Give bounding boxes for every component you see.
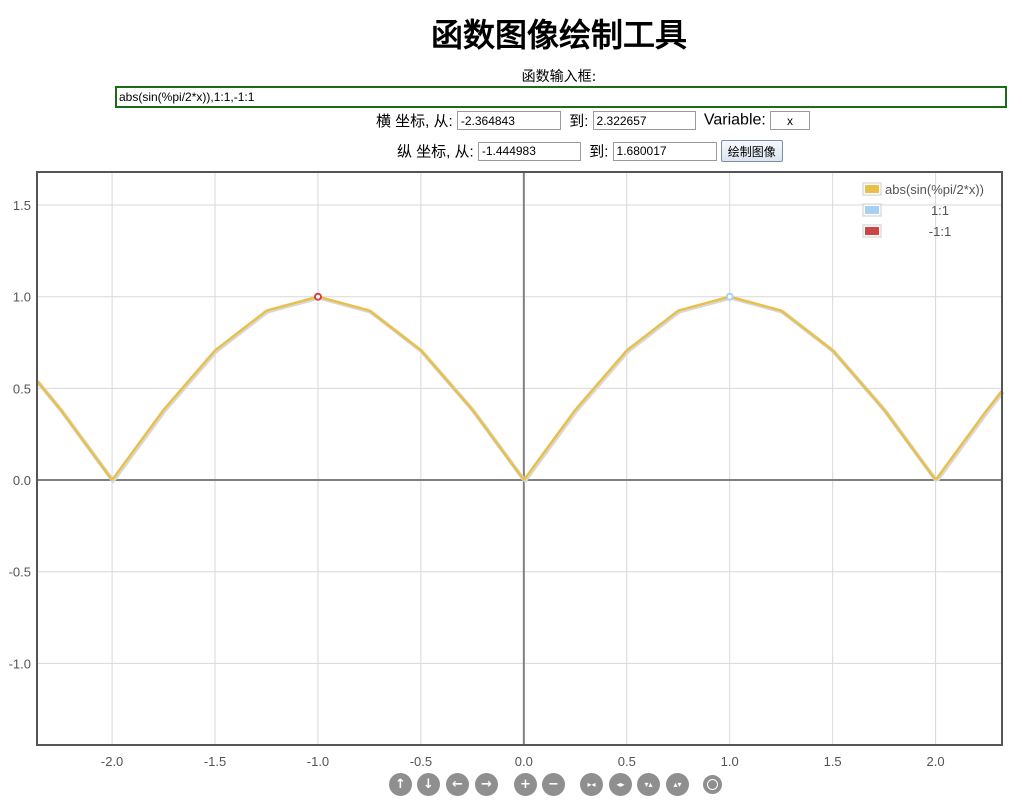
y-tick-label: -1.0 (9, 656, 31, 671)
y-tick-label: 1.0 (13, 290, 31, 305)
y-range-row: 纵 坐标, 从: 到: 绘制图像 (397, 140, 783, 162)
pan-up-icon[interactable]: ↑ (389, 773, 412, 796)
x-to-label: 到: (569, 113, 589, 130)
x-from-input[interactable] (456, 111, 561, 130)
draw-graph-button[interactable]: 绘制图像 (720, 140, 783, 162)
zoom-in-icon[interactable]: + (514, 773, 537, 796)
series-point (725, 292, 734, 301)
y-tick-label: 0.5 (13, 381, 31, 396)
zoom-out-icon[interactable]: − (542, 773, 565, 796)
function-input-label: 函数输入框: (521, 69, 597, 85)
variable-label: Variable: (703, 111, 766, 129)
function-input[interactable] (115, 86, 1007, 108)
y-to-label: 到: (589, 143, 609, 161)
y-range-label: 纵 坐标, 从: (397, 143, 474, 161)
legend-swatch (865, 185, 879, 193)
x-range-row: 横 坐标, 从: 到: Variable: (376, 110, 811, 131)
legend-swatch (865, 206, 879, 214)
pan-down-icon[interactable]: ↓ (417, 773, 440, 796)
tick-labels: -2.0 -1.5 -1.0 -0.5 0.0 0.5 1.0 1.5 2.0 1.5 1.0 0.5… (9, 198, 945, 769)
plot-frame (36, 171, 1003, 746)
x-tick-label: 0.5 (618, 754, 636, 769)
legend-label: abs(sin(%pi/2*x)) (885, 182, 984, 197)
page-title: 函数图像绘制工具 (430, 16, 687, 54)
shrink-x-icon[interactable]: ▸◂ (580, 773, 603, 796)
x-tick-label: 2.0 (927, 754, 945, 769)
y-to-input[interactable] (612, 141, 717, 161)
function-plot[interactable]: -2.0 -1.5 -1.0 -0.5 0.0 0.5 1.0 1.5 2.0 1.5 1.0 0.5… (0, 160, 1022, 772)
reset-view-icon[interactable] (703, 775, 722, 794)
x-tick-label: -1.5 (204, 754, 226, 769)
y-tick-label: 0.0 (13, 473, 31, 488)
series-point (313, 292, 322, 301)
y-tick-label: -0.5 (9, 565, 31, 580)
y-tick-label: 1.5 (13, 198, 31, 213)
expand-y-icon[interactable]: ▴▾ (666, 773, 689, 796)
shrink-y-icon[interactable]: ▾▴ (637, 773, 660, 796)
x-tick-label: -0.5 (410, 754, 432, 769)
grid (37, 172, 1002, 745)
x-tick-label: 0.0 (515, 754, 533, 769)
variable-input[interactable] (770, 111, 811, 130)
legend: abs(sin(%pi/2*x)) 1:1 -1:1 (862, 182, 984, 239)
pan-left-icon[interactable]: ← (446, 773, 469, 796)
legend-swatch (865, 227, 879, 235)
legend-label: 1:1 (931, 203, 949, 218)
x-to-input[interactable] (592, 111, 696, 130)
y-from-input[interactable] (477, 141, 581, 161)
x-tick-label: 1.0 (721, 754, 739, 769)
axes (37, 172, 1002, 745)
x-tick-label: -2.0 (101, 754, 123, 769)
x-range-label: 横 坐标, 从: (376, 113, 453, 130)
x-tick-label: 1.5 (824, 754, 842, 769)
expand-x-icon[interactable]: ◂▸ (609, 773, 632, 796)
pan-right-icon[interactable]: → (475, 773, 498, 796)
x-tick-label: -1.0 (307, 754, 329, 769)
legend-label: -1:1 (929, 224, 951, 239)
plot-series (36, 292, 1005, 484)
